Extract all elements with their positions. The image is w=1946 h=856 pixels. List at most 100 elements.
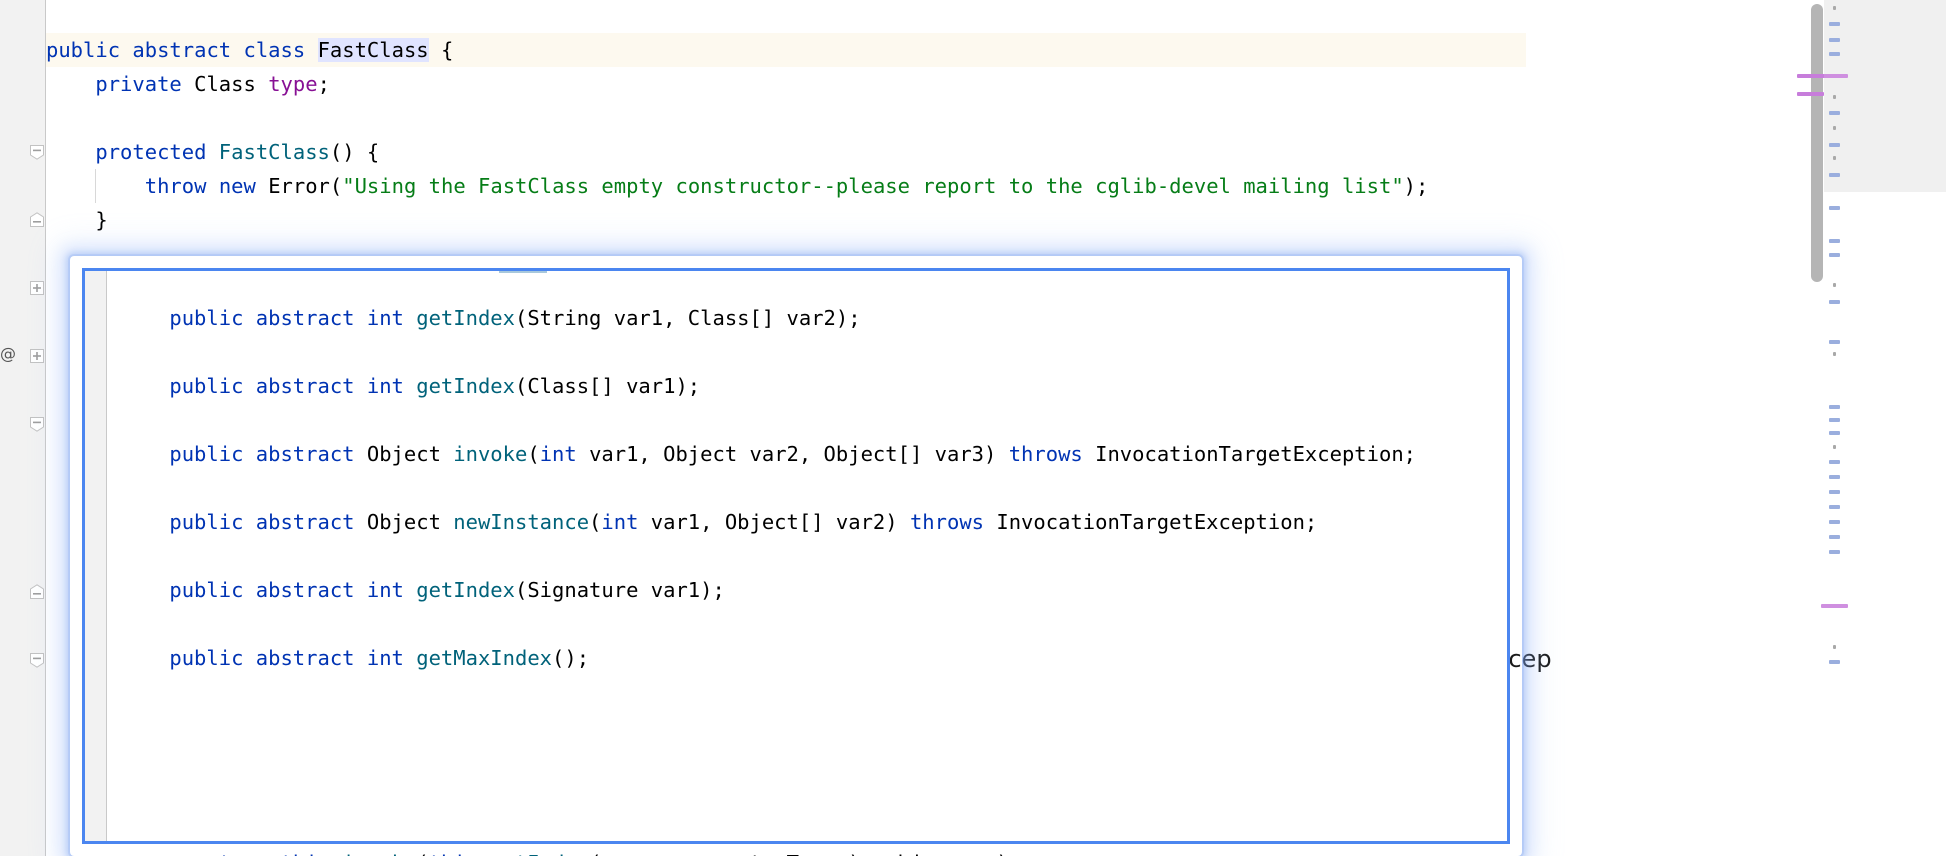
code-token: Object [366,510,454,534]
marker-blue[interactable] [1829,520,1840,524]
marker-blue[interactable] [1829,405,1840,409]
code-token: InvocationTargetException; [996,510,1318,534]
marker-gray[interactable] [1833,645,1836,649]
fold-expand-icon-1[interactable] [29,280,45,296]
marker-gray[interactable] [1833,6,1836,10]
code-token: throws [909,510,997,534]
code-token: () { [329,140,380,164]
code-token: (Class[] var1); [515,374,701,398]
code-token: type [268,72,318,96]
code-token: getIndex [416,306,515,330]
marker-blue[interactable] [1829,431,1840,435]
fold-collapse-end-icon-2[interactable] [29,584,45,600]
code-token: protected [95,140,219,164]
code-token: class [243,38,318,62]
scrollbar-thumb[interactable] [1811,4,1823,282]
error-marker-strip[interactable] [1821,0,1946,856]
fold-collapse-end-icon[interactable] [29,212,45,228]
marker-blue[interactable] [1829,535,1840,539]
fold-expand-icon-2[interactable] [29,348,45,364]
quick-definition-popup[interactable]: public abstract int getIndex(String var1… [82,268,1510,844]
code-line: public abstract int getIndex(Class[] var… [120,369,700,403]
marker-blue[interactable] [1829,111,1840,115]
marker-panel-background [1824,0,1946,192]
marker-gray[interactable] [1833,95,1836,99]
fold-collapse-start-icon[interactable] [29,144,45,160]
marker-pink[interactable] [1821,604,1848,608]
marker-blue[interactable] [1829,239,1840,243]
marker-blue[interactable] [1829,300,1840,304]
code-token: . [330,851,342,856]
marker-gray[interactable] [1833,445,1836,449]
editor-window: @ public abstract class FastClass { priv… [0,0,1946,856]
code-token: (Signature var1); [515,578,725,602]
code-token: "Using the FastClass empty constructor--… [342,174,1404,198]
code-token: abstract [255,578,367,602]
code-token: public [169,442,256,466]
fold-collapse-start-icon-2[interactable] [29,416,45,432]
marker-gray[interactable] [1833,283,1836,287]
code-token: FastClass [218,140,330,164]
marker-blue[interactable] [1829,173,1840,177]
marker-blue[interactable] [1829,22,1840,26]
marker-blue[interactable] [1829,490,1840,494]
annotation-at-icon: @ [0,344,16,363]
code-token: ); [1403,174,1429,198]
marker-pink-scrollbar[interactable] [1797,74,1824,78]
code-token: FastClass [317,38,429,62]
code-token: abstract [255,646,367,670]
code-line: private Class type; [46,67,330,101]
marker-blue[interactable] [1829,38,1840,42]
code-line: return this.invoke(this.getIndex(name, p… [46,846,1021,856]
marker-blue[interactable] [1829,418,1840,422]
marker-blue[interactable] [1829,660,1840,664]
code-token: newInstance [453,510,590,534]
code-line: public abstract class FastClass { [46,33,453,67]
fold-collapse-start-icon-3[interactable] [29,652,45,668]
marker-blue[interactable] [1829,253,1840,257]
marker-blue[interactable] [1829,340,1840,344]
marker-blue[interactable] [1829,206,1840,210]
code-token: int [366,306,417,330]
marker-blue[interactable] [1829,505,1840,509]
marker-gray[interactable] [1833,126,1836,130]
marker-gray[interactable] [1833,352,1836,356]
marker-pink-scrollbar[interactable] [1797,92,1824,96]
marker-gray[interactable] [1833,156,1836,160]
code-token: (name, parameterTypes), obj, args); [589,851,1021,856]
popup-code-area[interactable]: public abstract int getIndex(String var1… [108,271,1507,841]
code-token: ( [589,510,602,534]
code-token: invoke [342,851,416,856]
code-line: } [46,203,108,237]
marker-pink[interactable] [1821,74,1848,78]
popup-gutter [85,271,107,841]
code-token: private [95,72,195,96]
code-token: Error( [268,174,343,198]
code-token: ( [416,851,428,856]
code-token: invoke [453,442,528,466]
code-line: public abstract Object invoke(int var1, … [120,437,1416,471]
marker-blue[interactable] [1829,52,1840,56]
code-token: int [539,442,590,466]
code-token: int [366,646,417,670]
marker-blue[interactable] [1829,475,1840,479]
code-token: new [218,174,269,198]
code-token: public [169,646,256,670]
code-token: abstract [255,374,367,398]
code-token: } [46,208,108,232]
code-token: abstract [255,442,367,466]
code-token: . [478,851,490,856]
code-token: ( [527,442,540,466]
marker-blue[interactable] [1829,550,1840,554]
marker-blue[interactable] [1829,143,1840,147]
code-token: public [169,306,256,330]
code-token: ; [317,72,330,96]
code-token: public [169,510,256,534]
popup-resize-handle[interactable] [499,271,547,273]
marker-blue[interactable] [1829,460,1840,464]
